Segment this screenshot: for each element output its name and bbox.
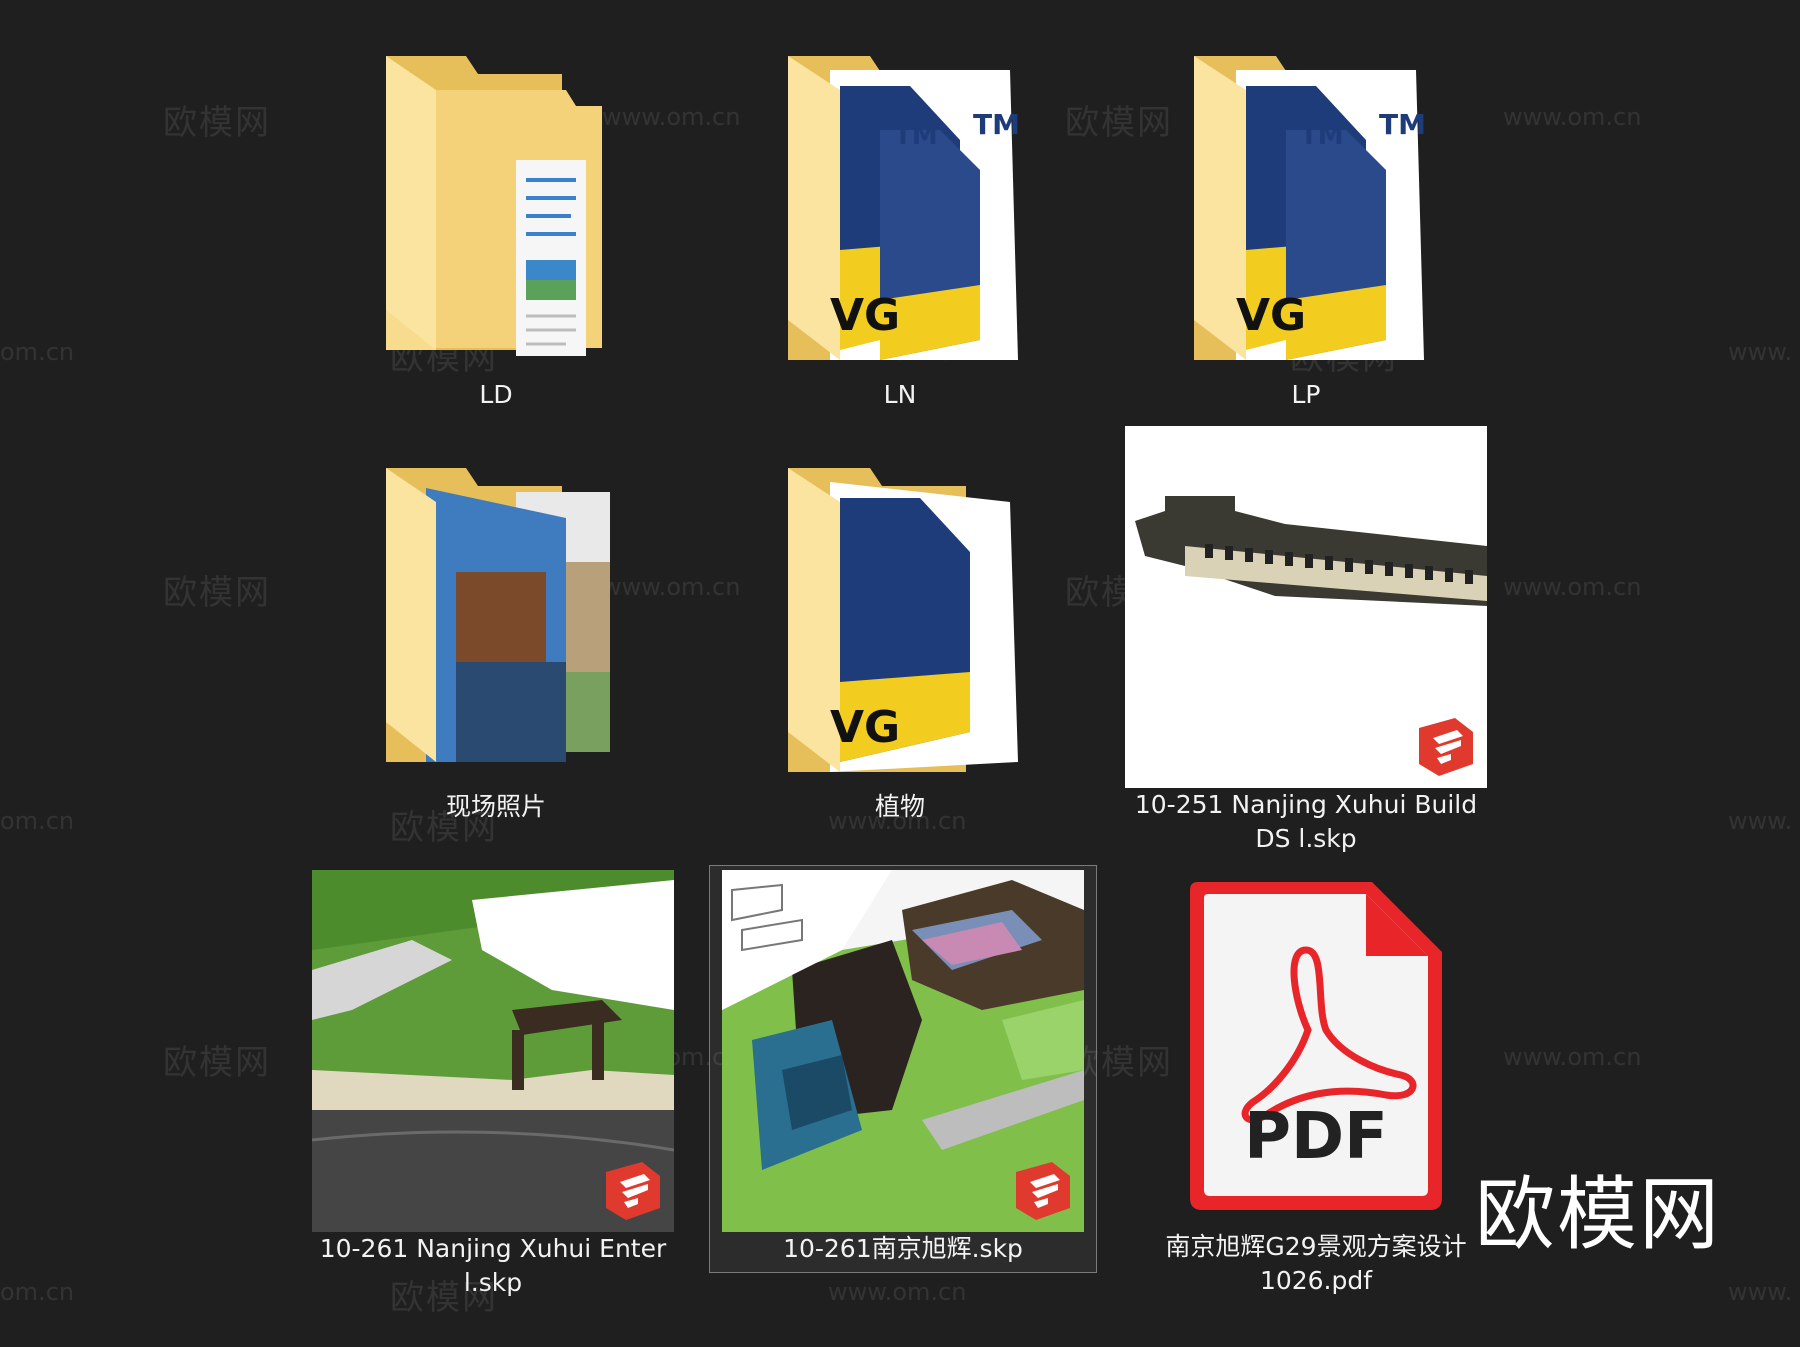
sketchup-icon [1415,716,1477,778]
file-label: 植物 [874,792,925,821]
watermark-url: om.cn [0,807,75,835]
watermark-text: 欧模网 [163,573,271,613]
pdf-icon: PDF [1176,880,1456,1220]
watermark-text: 欧模网 [163,1043,271,1083]
folder-docs-icon [366,50,626,360]
file-label: LP [1291,380,1321,409]
svg-text:TM: TM [1300,121,1344,151]
svg-text:TM: TM [1379,108,1426,141]
watermark-url: om.cn [0,1278,75,1306]
file-item-build-skp[interactable]: 10-251 Nanjing Xuhui Build DS l.skp [1125,426,1487,856]
file-item-pdf[interactable]: PDF 南京旭辉G29景观方案设计 1026.pdf [1126,880,1506,1300]
pdf-label-text: PDF [1244,1100,1388,1174]
file-item-lp[interactable]: TM TM VG LP [1116,50,1496,420]
svg-text:VG: VG [1236,290,1306,341]
file-label: 10-261 Nanjing Xuhui Enter l.skp [319,1234,667,1297]
watermark-url: www.om.cn [828,1278,967,1306]
tm-mark: TM [973,108,1020,141]
watermark-url: www. [1728,338,1793,366]
file-label: 10-251 Nanjing Xuhui Build DS l.skp [1134,790,1478,853]
svg-text:VG: VG [830,290,900,341]
file-item-photos[interactable]: 现场照片 [306,462,686,832]
skp-thumbnail [312,870,674,1232]
folder-dwg-icon: TM VG [770,462,1030,782]
svg-text:VG: VG [830,702,900,753]
sketchup-icon [1012,1160,1074,1222]
watermark-url: www.om.cn [1503,573,1642,601]
file-label: 10-261南京旭辉.skp [783,1234,1023,1263]
folder-dwg-icon: TM TM VG [770,50,1030,370]
svg-text:TM: TM [906,532,953,565]
file-item-ln[interactable]: TM TM VG LN [710,50,1090,420]
sketchup-icon [602,1160,664,1222]
watermark-url: www.om.cn [1503,1043,1642,1071]
watermark-url: www.om.cn [1503,103,1642,131]
file-label: 南京旭辉G29景观方案设计 1026.pdf [1165,1232,1467,1295]
file-item-ld[interactable]: LD [306,50,686,420]
file-label: LD [479,380,513,409]
watermark-url: om.cn [0,338,75,366]
file-label: LN [883,380,917,409]
folder-dwg-icon: TM TM VG [1176,50,1436,370]
skp-thumbnail [722,870,1084,1232]
file-item-enter-skp[interactable]: 10-261 Nanjing Xuhui Enter l.skp [312,870,674,1310]
watermark-text: 欧模网 [163,103,271,143]
watermark-url: www. [1728,1278,1793,1306]
file-item-nanjing-skp[interactable]: 10-261南京旭辉.skp [709,865,1097,1273]
file-label: 现场照片 [445,792,546,821]
file-item-plants[interactable]: TM VG 植物 [710,462,1090,832]
brand-watermark: 欧模网 [1475,1168,1721,1261]
folder-photos-icon [366,462,626,772]
skp-thumbnail [1125,426,1487,788]
watermark-url: www. [1728,807,1793,835]
svg-text:TM: TM [894,121,938,151]
